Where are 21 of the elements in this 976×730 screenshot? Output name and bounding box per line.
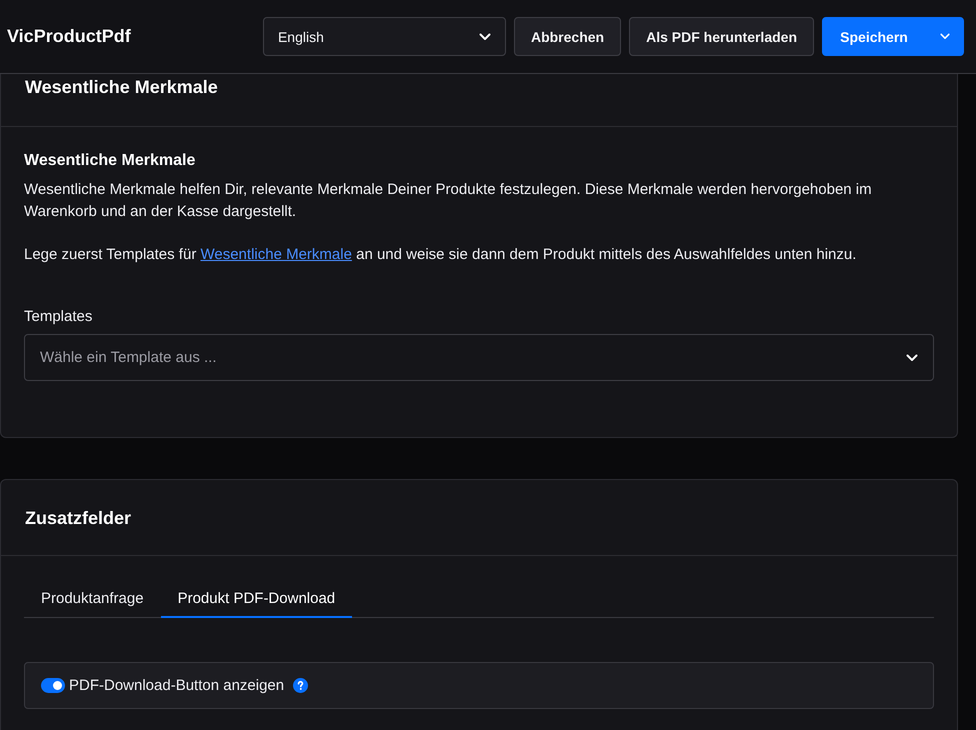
chevron-down-icon — [940, 33, 950, 40]
chevron-down-icon — [906, 354, 918, 362]
tab[interactable]: Produktanfrage — [24, 580, 161, 618]
help-icon[interactable] — [293, 678, 308, 693]
field-label: Templates — [24, 307, 92, 327]
language-select[interactable]: English — [262, 17, 506, 56]
description-text: Wesentliche Merkmale helfen Dir, relevante Merkmale Deiner Produkte festzulegen. Diese Merkmale werden hervorgehoben im Warenkorb und an der Kasse dargestellt. — [24, 180, 873, 222]
chevron-down-icon — [478, 32, 491, 40]
features-link[interactable]: Wesentliche Merkmale — [200, 246, 352, 263]
tab[interactable]: Produkt PDF-Download — [160, 580, 352, 618]
header-button[interactable]: Abbrechen — [514, 17, 622, 56]
section-title: Wesentliche Merkmale — [24, 151, 196, 171]
header-button[interactable]: Als PDF herunterladen — [629, 17, 814, 56]
template-select[interactable]: Wähle ein Template aus ... — [24, 334, 934, 381]
toggle-switch[interactable] — [41, 678, 65, 693]
card-title: Wesentliche Merkmale — [25, 76, 218, 99]
setting-label: PDF-Download-Button anzeigen — [69, 677, 284, 694]
card-title: Zusatzfelder — [25, 507, 132, 530]
save-button[interactable]: Speichern — [822, 17, 926, 56]
instruction-text: Lege zuerst Templates für Wesentliche Merkmale an und weise sie dann dem Produkt mittels des Auswahlfeldes unten hinzu. — [24, 245, 858, 265]
app-title: VicProductPdf — [7, 26, 131, 47]
